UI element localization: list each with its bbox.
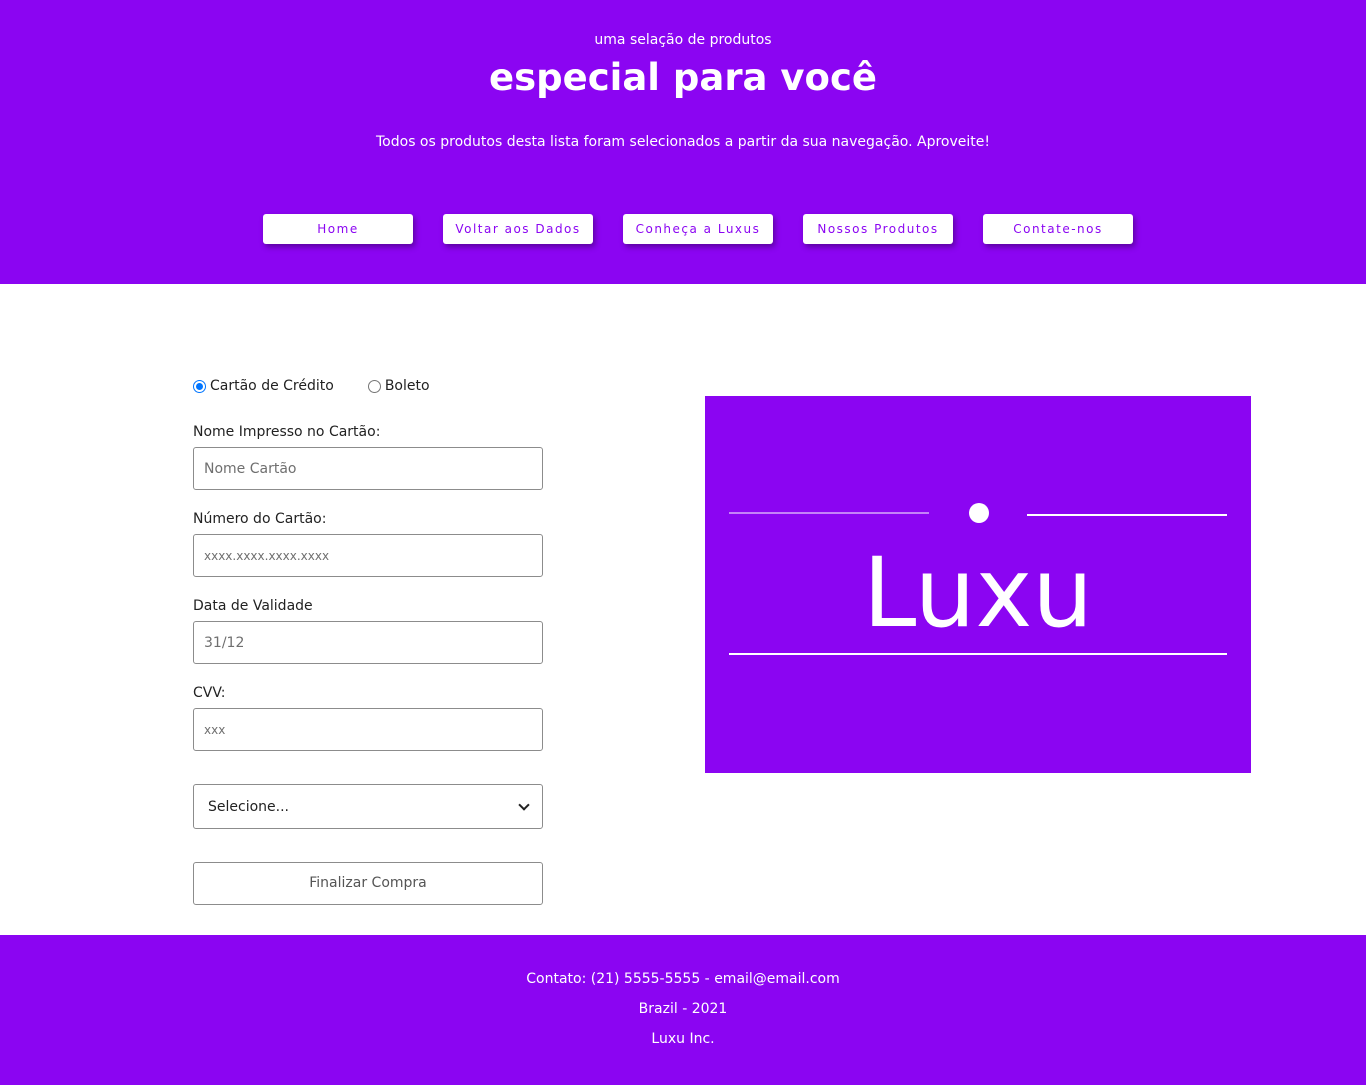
header-kicker: uma selação de produtos (594, 32, 772, 48)
card-name-input[interactable] (193, 447, 543, 490)
logo-text: Luxu (863, 537, 1093, 649)
nav-back-to-data-button[interactable]: Voltar aos Dados (443, 214, 593, 244)
card-number-label: Número do Cartão: (193, 511, 327, 527)
nav-contact-button[interactable]: Contate-nos (983, 214, 1133, 244)
boleto-radio-label: Boleto (384, 378, 430, 394)
installments-select[interactable]: Selecione... (193, 784, 543, 829)
credit-card-radio[interactable] (193, 379, 206, 393)
nav-products-button[interactable]: Nossos Produtos (803, 214, 953, 244)
page-title: especial para você (489, 56, 877, 99)
cvv-input[interactable] (193, 708, 543, 751)
expiry-input[interactable] (193, 621, 543, 664)
logo-dot (969, 503, 989, 523)
header-banner: uma selação de produtos especial para vo… (0, 0, 1366, 284)
expiry-label: Data de Validade (193, 598, 313, 614)
finalize-purchase-button[interactable]: Finalizar Compra (193, 862, 543, 905)
main-nav: Home Voltar aos Dados Conheça a Luxus No… (263, 214, 1133, 244)
payment-option-credit-card[interactable]: Cartão de Crédito (193, 378, 334, 394)
payment-option-boleto[interactable]: Boleto (367, 378, 430, 394)
header-subtitle: Todos os produtos desta lista foram sele… (376, 134, 990, 150)
footer-location: Brazil - 2021 (638, 1001, 728, 1017)
cvv-label: CVV: (193, 685, 226, 701)
luxu-logo: Luxu (729, 503, 1227, 655)
payment-method-group: Cartão de Crédito Boleto (193, 376, 543, 396)
boleto-radio[interactable] (367, 379, 381, 393)
footer: Contato: (21) 5555-5555 - email@email.co… (0, 935, 1366, 1085)
chevron-down-icon (518, 798, 530, 811)
brand-logo-panel: Luxu (705, 396, 1251, 773)
footer-company: Luxu Inc. (651, 1031, 715, 1047)
credit-card-radio-label: Cartão de Crédito (210, 378, 334, 394)
payment-form: Cartão de Crédito Boleto Nome Impresso n… (193, 376, 543, 905)
card-name-label: Nome Impresso no Cartão: (193, 424, 381, 440)
nav-home-button[interactable]: Home (263, 214, 413, 244)
footer-contact: Contato: (21) 5555-5555 - email@email.co… (526, 971, 840, 987)
card-number-input[interactable] (193, 534, 543, 577)
nav-about-button[interactable]: Conheça a Luxus (623, 214, 773, 244)
select-value: Selecione... (208, 798, 289, 815)
